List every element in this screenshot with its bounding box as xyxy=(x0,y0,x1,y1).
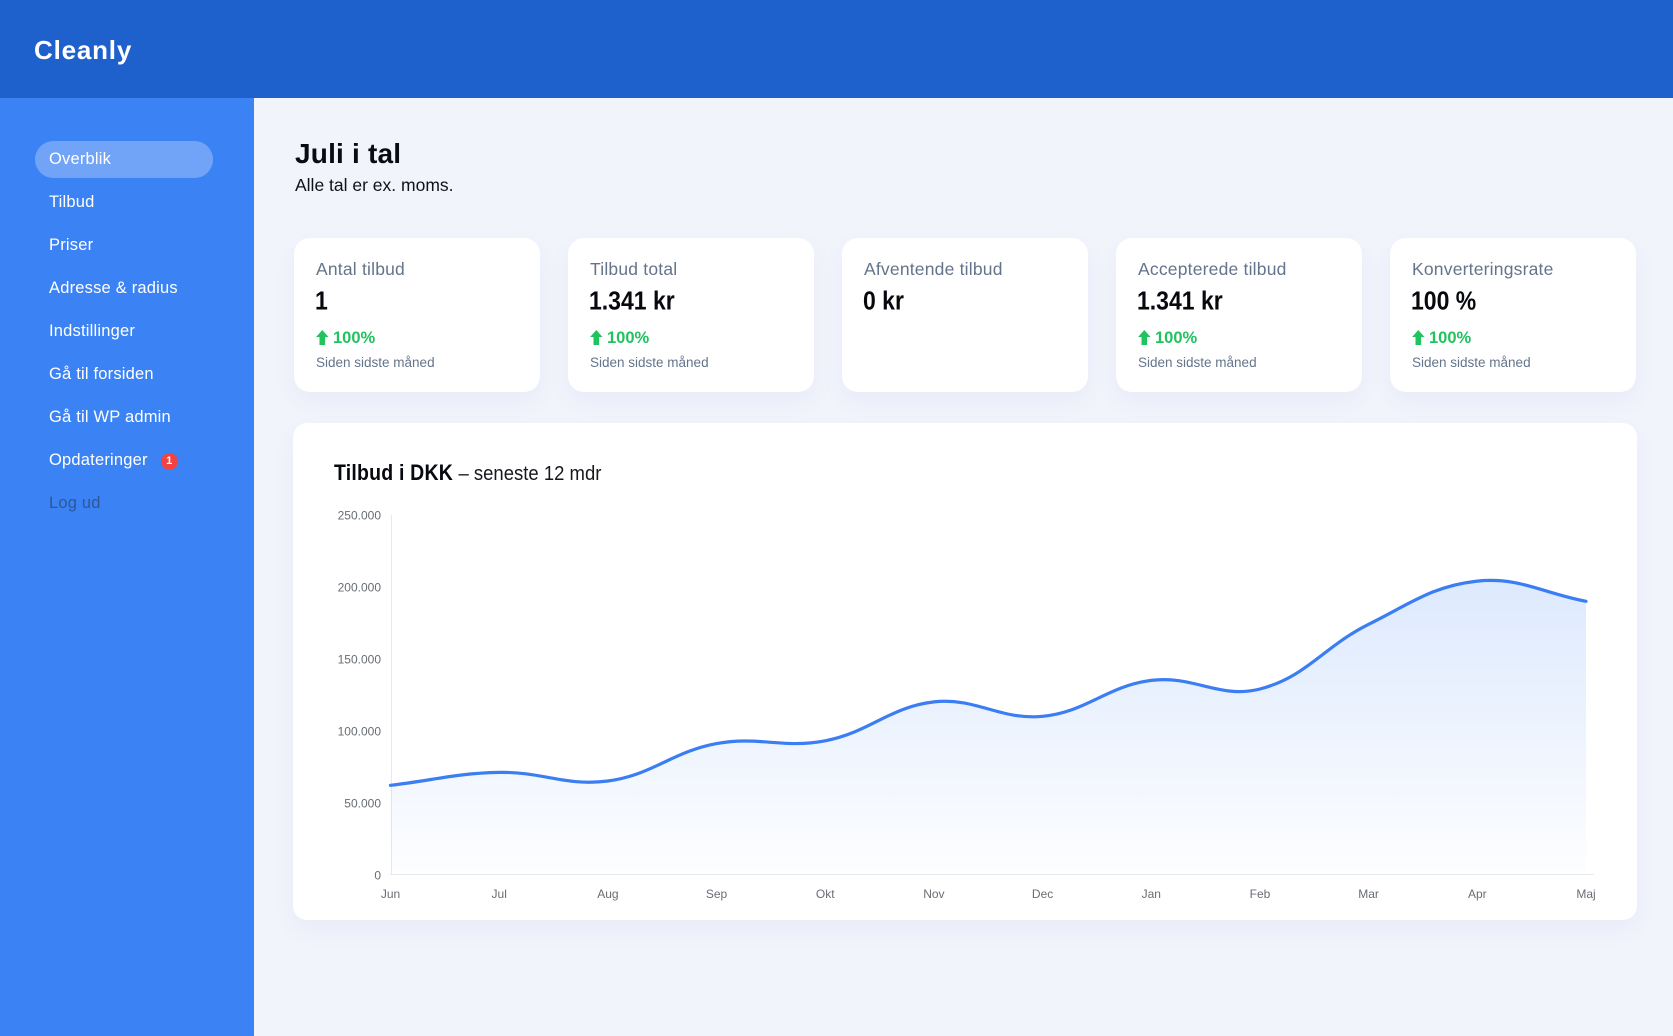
svg-text:Maj: Maj xyxy=(1576,887,1595,901)
svg-text:Jan: Jan xyxy=(1142,887,1161,901)
svg-text:150.000: 150.000 xyxy=(338,653,382,667)
svg-text:100.000: 100.000 xyxy=(338,725,382,739)
svg-text:Jun: Jun xyxy=(381,887,400,901)
svg-text:Dec: Dec xyxy=(1032,887,1053,901)
svg-text:Aug: Aug xyxy=(597,887,618,901)
svg-text:Mar: Mar xyxy=(1358,887,1379,901)
svg-text:0: 0 xyxy=(374,869,381,883)
svg-text:200.000: 200.000 xyxy=(338,581,382,595)
svg-text:Okt: Okt xyxy=(816,887,835,901)
svg-text:50.000: 50.000 xyxy=(344,797,381,811)
svg-text:Apr: Apr xyxy=(1468,887,1487,901)
svg-text:Nov: Nov xyxy=(923,887,944,901)
svg-text:Sep: Sep xyxy=(706,887,728,901)
svg-text:Jul: Jul xyxy=(492,887,507,901)
svg-text:Feb: Feb xyxy=(1250,887,1271,901)
svg-text:250.000: 250.000 xyxy=(338,509,382,523)
